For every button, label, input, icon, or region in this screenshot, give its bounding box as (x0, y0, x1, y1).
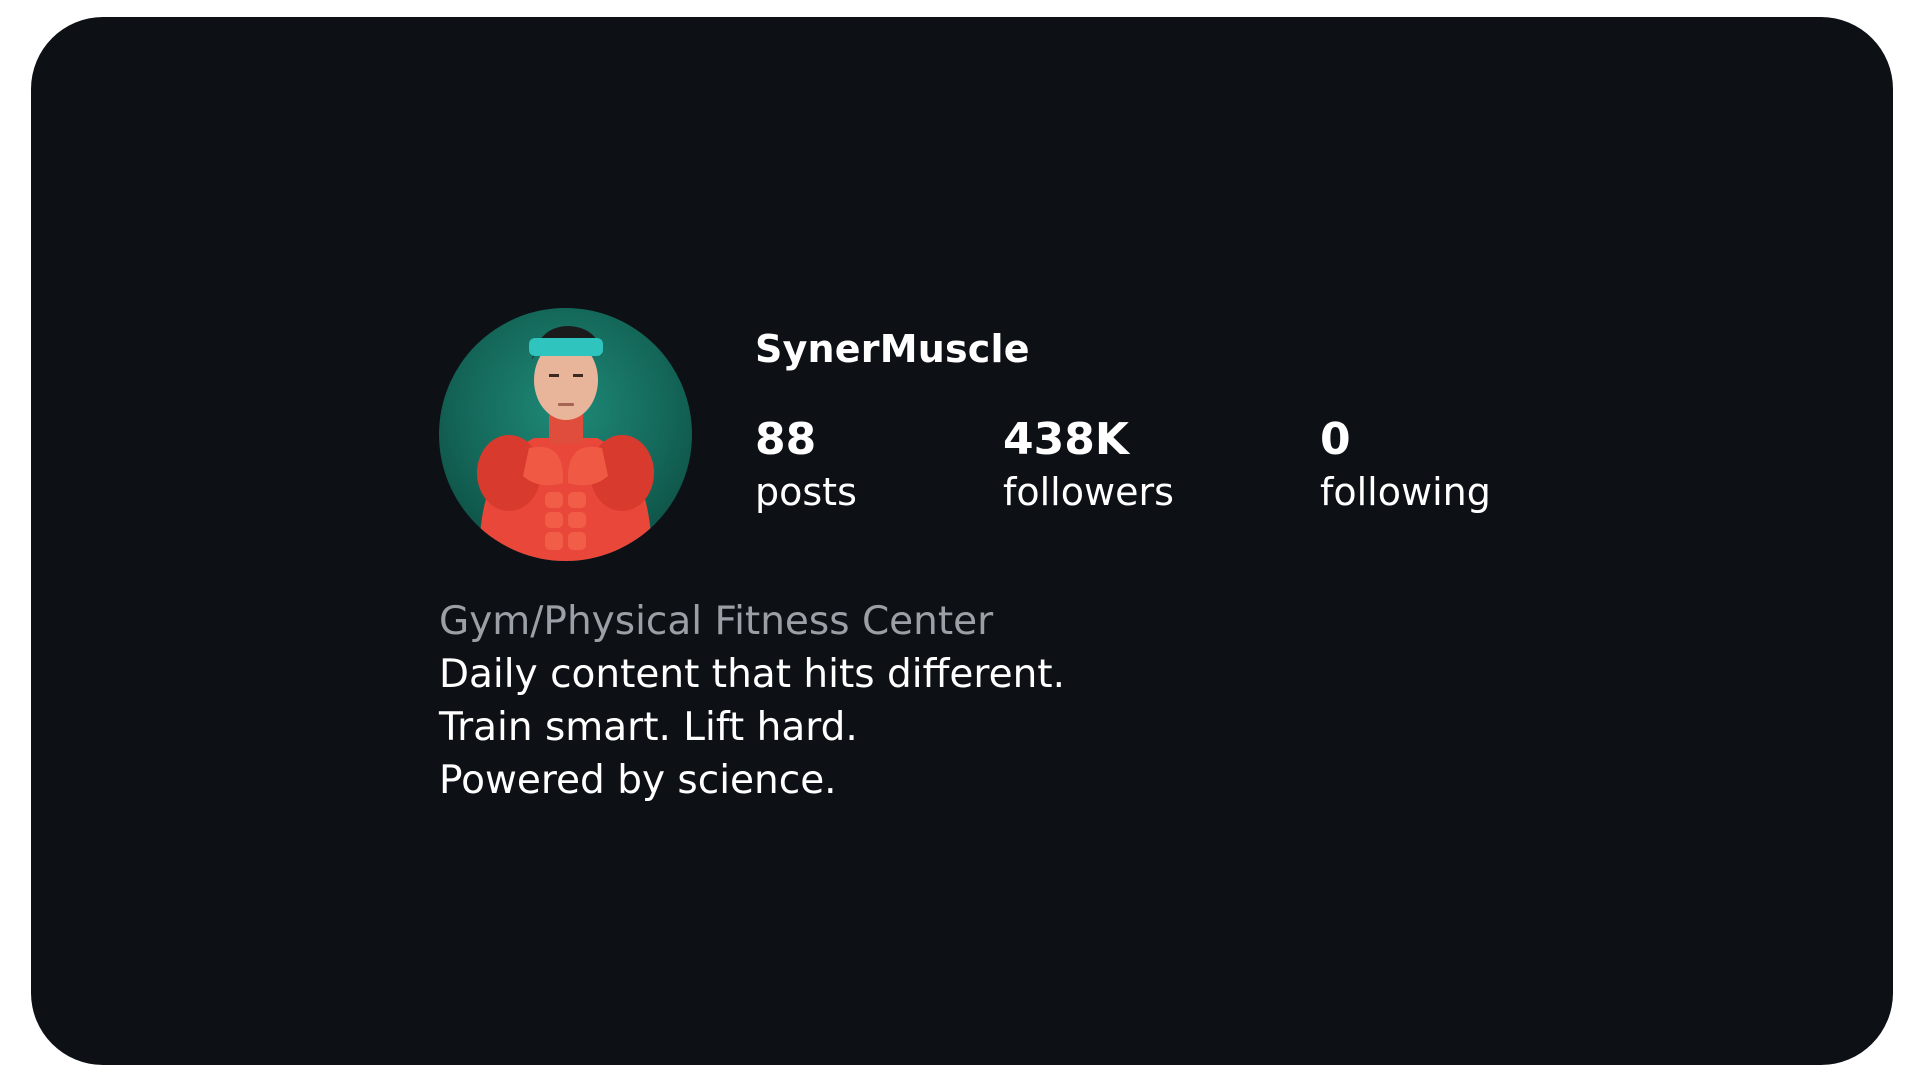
bio-line: Daily content that hits different. (439, 652, 1065, 697)
posts-stat[interactable]: 88 posts (755, 415, 857, 517)
following-label: following (1320, 470, 1491, 514)
following-stat[interactable]: 0 following (1320, 415, 1491, 517)
bio-line: Powered by science. (439, 758, 837, 803)
followers-count: 438K (1003, 414, 1129, 465)
bio-line: Train smart. Lift hard. (439, 705, 858, 750)
profile-bio: Gym/Physical Fitness Center Daily conten… (439, 595, 1065, 807)
posts-count: 88 (755, 414, 817, 465)
following-count: 0 (1320, 414, 1351, 465)
avatar[interactable] (439, 308, 692, 561)
profile-card: SynerMuscle 88 posts 438K followers 0 fo… (31, 17, 1893, 1065)
muscle-man-avatar-icon (477, 326, 654, 561)
followers-stat[interactable]: 438K followers (1003, 415, 1174, 517)
followers-label: followers (1003, 470, 1174, 514)
posts-label: posts (755, 470, 857, 514)
profile-username: SynerMuscle (755, 327, 1030, 371)
profile-category: Gym/Physical Fitness Center (439, 599, 994, 644)
